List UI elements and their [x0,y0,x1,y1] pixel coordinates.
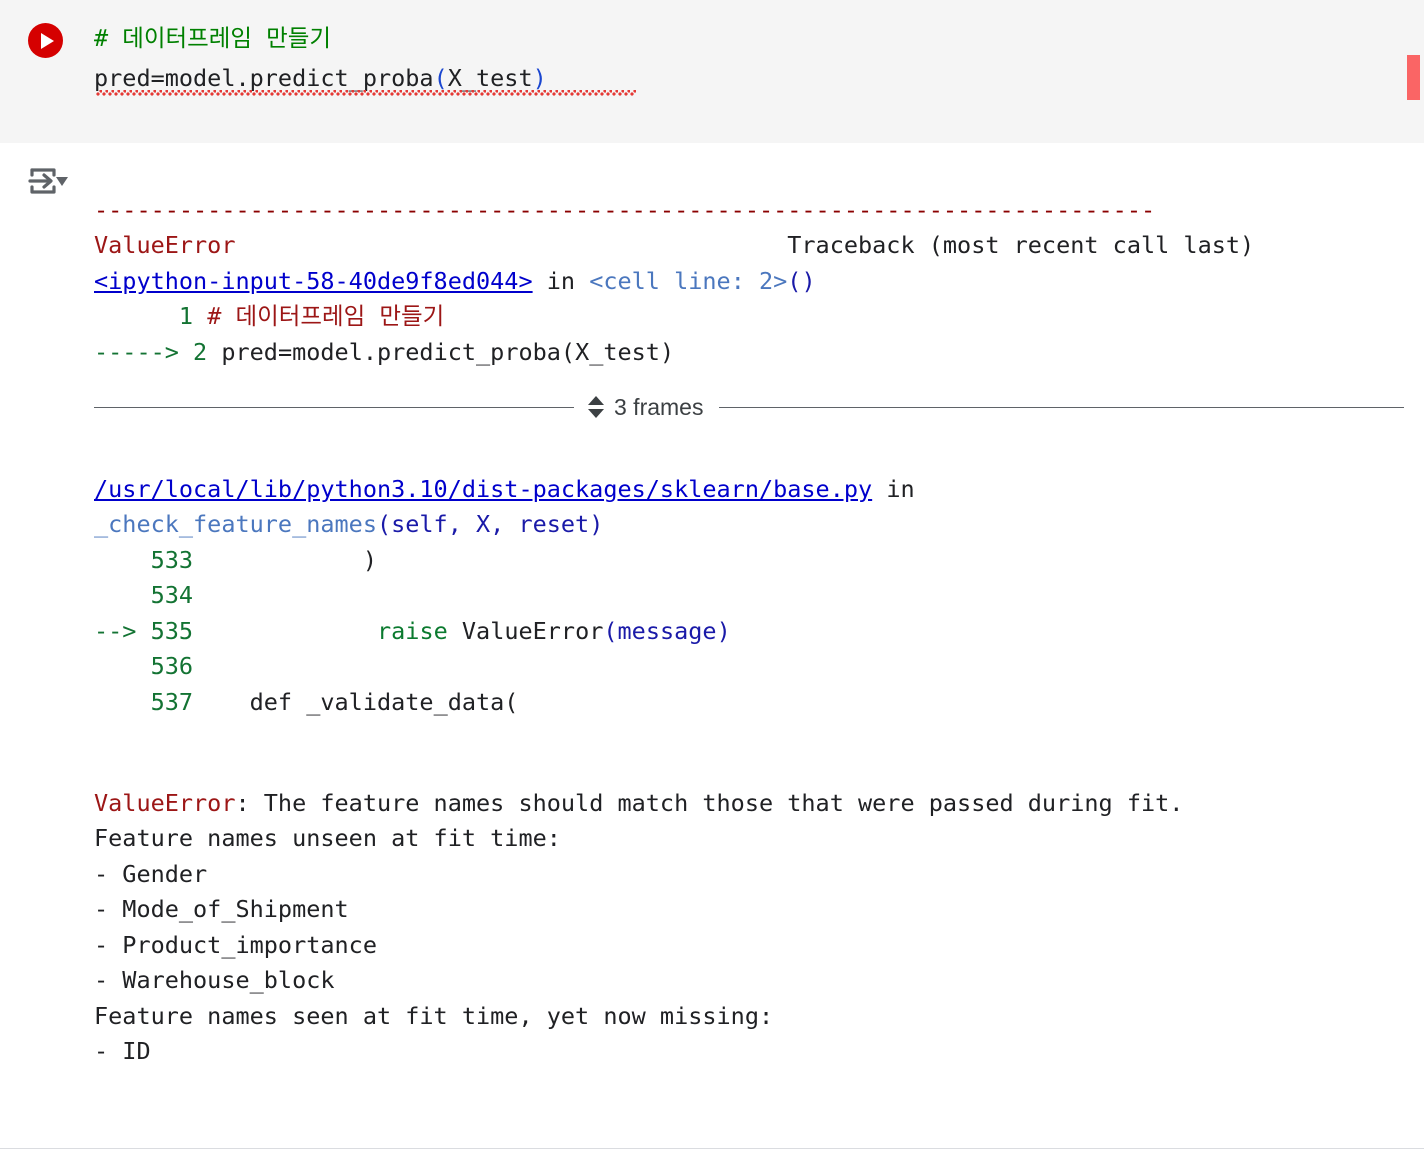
traceback-source-line: -----> 2 pred=model.predict_proba(X_test… [94,335,1424,371]
source-line-marker-2: -----> [94,337,179,366]
traceback-frame-cell-header: <ipython-input-58-40de9f8ed044> in <cell… [94,264,1424,300]
code-token-arg: X_test [447,64,533,92]
lib-line-indent-535 [193,617,377,645]
chevron-up-icon [588,396,604,405]
error-message-separator: : [235,788,264,817]
frame-in-spacer-2 [575,267,589,295]
lib-line-number-537: 537 [150,687,194,716]
traceback-block: ----------------------------------------… [94,157,1424,370]
unseen-feature-item: - Mode_of_Shipment [94,895,349,923]
error-message-block: ValueError: The feature names should mat… [94,750,1424,1070]
lib-line-pad-537 [94,688,151,716]
dash-rule: ----------------------------------------… [94,195,1156,224]
lib-line-args-535: (message) [603,616,731,645]
source-line-prefix-1 [94,302,179,330]
ipython-input-link[interactable]: <ipython-input-58-40de9f8ed044> [94,267,533,295]
traceback-error-type: ValueError [94,231,236,259]
library-function-signature: (self, X, reset) [376,510,604,538]
missing-feature-item: - ID [94,1037,151,1065]
code-comment-line: # 데이터프레임 만들기 [94,24,332,52]
traceback-label: Traceback (most recent call last) [787,231,1255,259]
lib-line-number-534: 534 [150,581,194,609]
lib-line-number-533: 533 [150,545,194,574]
lib-line-code-537: def _validate_data( [193,687,519,716]
code-token-call: pred=model.predict_proba [94,64,434,92]
unseen-feature-item: - Gender [94,859,208,888]
library-source-line-current: --> 535 raise ValueError(message) [94,614,1424,650]
unseen-header: Feature names unseen at fit time: [94,824,561,852]
frame-cell-parens: () [787,266,816,295]
library-frame-function-row: _check_feature_names(self, X, reset) [94,507,1424,543]
code-cell-area[interactable]: # 데이터프레임 만들기 pred=model.predict_proba(X_… [0,0,1424,143]
output-options-icon[interactable] [24,161,74,201]
play-icon [41,32,54,49]
traceback-header-spacer [235,231,787,259]
source-line-number-1: 1 [178,302,194,330]
chevron-down-icon [588,409,604,418]
code-editor[interactable]: # 데이터프레임 만들기 pred=model.predict_proba(X_… [94,18,547,98]
frames-rule-right [719,406,1404,408]
lib-line-gap-535 [136,617,150,645]
traceback-library-frame: /usr/local/lib/python3.10/dist-packages/… [94,436,1424,720]
run-cell-button[interactable] [28,23,63,58]
error-message-summary: The feature names should match those tha… [263,788,1184,817]
frame-cell-location: <cell line: 2> [589,266,788,295]
traceback-source-line: 1 # 데이터프레임 만들기 [94,299,1424,335]
frames-rule-left [94,406,574,408]
library-frame-path-row: /usr/local/lib/python3.10/dist-packages/… [94,472,1424,508]
library-source-line: 536 [94,649,1424,685]
missing-header: Feature names seen at fit time, yet now … [94,1001,774,1030]
lib-line-exc-535: ValueError [447,616,604,645]
source-line-gap-1 [193,302,207,330]
source-line-gap-2b [207,338,221,366]
lib-line-code-533: ) [193,545,377,574]
lib-line-pad-534 [94,581,151,609]
lib-in-spacer [872,475,886,503]
frame-in-spacer-1 [533,267,547,295]
spellcheck-squiggle [96,90,636,96]
error-summary-row: ValueError: The feature names should mat… [94,786,1424,822]
lib-line-number-535: 535 [150,616,194,645]
source-line-code-2: pred=model.predict_proba(X_test) [221,337,675,366]
code-token-open-paren: ( [433,64,448,92]
lib-line-kw-535: raise [377,616,448,645]
library-file-path-link[interactable]: /usr/local/lib/python3.10/dist-packages/… [94,475,872,503]
library-source-line: 534 [94,578,1424,614]
notebook-code-cell: # 데이터프레임 만들기 pred=model.predict_proba(X_… [0,0,1424,1149]
lib-in-word: in [886,474,915,503]
source-line-code-1: # 데이터프레임 만들기 [207,302,445,330]
error-scrollbar-marker[interactable] [1407,55,1420,100]
source-line-gap-2a [179,338,193,366]
lib-line-number-536: 536 [150,652,194,680]
cell-output-area: ----------------------------------------… [0,143,1424,1149]
library-function-name: _check_feature_names [94,510,377,538]
frame-in-word-1: in [546,266,576,295]
lib-line-pad-536 [94,652,151,680]
frames-count-label: 3 frames [614,393,704,420]
error-message-type: ValueError [94,788,236,817]
library-source-line: 537 def _validate_data( [94,685,1424,721]
traceback-header-row: ValueError Traceback (most recent call l… [94,228,1424,264]
lib-line-marker-535: --> [94,616,137,645]
unseen-feature-item: - Warehouse_block [94,966,335,994]
code-token-close-paren: ) [532,64,547,92]
library-source-line: 533 ) [94,543,1424,579]
unfold-more-icon[interactable] [588,396,604,418]
frames-toggle-bar[interactable]: 3 frames [94,390,1404,424]
source-line-number-2: 2 [193,337,208,366]
unseen-feature-item: - Product_importance [94,930,377,959]
traceback-dashes: ----------------------------------------… [94,193,1424,229]
lib-line-pad-533 [94,546,151,574]
